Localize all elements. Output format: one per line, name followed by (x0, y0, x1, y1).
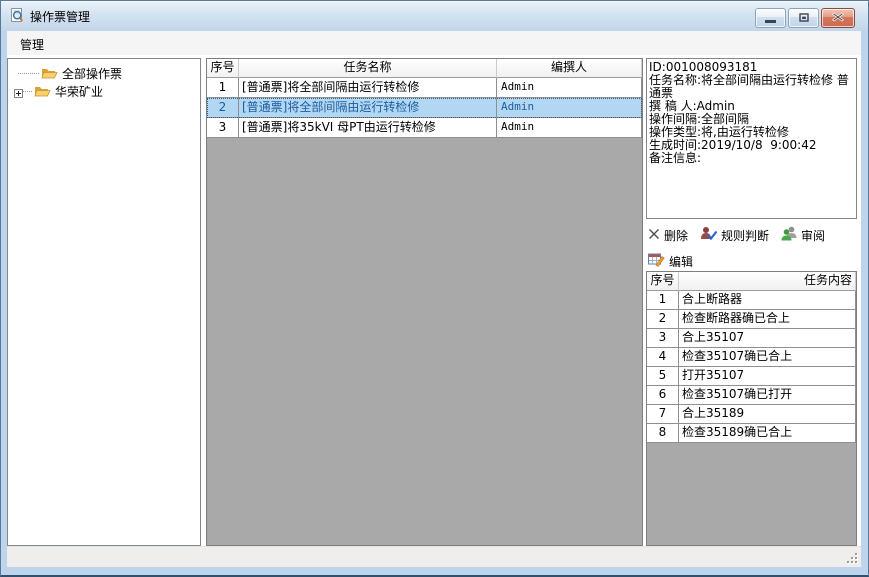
steps-table: 序号 任务内容 1 合上断路器 2 检查断路器确已合上 3 合上35107 4 (646, 271, 857, 546)
cell-step-content: 合上断路器 (679, 291, 856, 310)
cell-task-name: [普通票]将35kVⅠ 母PT由运行转检修 (239, 118, 497, 138)
cell-step-no: 6 (647, 386, 679, 405)
folder-icon (34, 85, 51, 98)
ticket-row-selected[interactable]: 2 [普通票]将全部间隔由运行转检修 Admin (207, 98, 642, 118)
ticket-table: 序号 任务名称 编撰人 1 [普通票]将全部间隔由运行转检修 Admin 2 [… (206, 58, 643, 546)
column-header-task-name[interactable]: 任务名称 (239, 59, 497, 78)
step-row[interactable]: 7 合上35189 (647, 405, 856, 424)
tree-panel: 全部操作票 华荣矿业 (7, 58, 201, 546)
tree-item-huarong[interactable]: 华荣矿业 (8, 82, 200, 100)
cell-step-content: 检查35189确已合上 (679, 424, 856, 443)
toolbar-row-2: 编辑 (648, 251, 693, 271)
cell-step-no: 1 (647, 291, 679, 310)
edit-label: 编辑 (669, 253, 693, 270)
search-document-icon (9, 7, 25, 23)
detail-panel: ID:001008093181 任务名称:将全部间隔由运行转检修 普通票 撰 稿… (646, 58, 857, 219)
column-header-editor[interactable]: 编撰人 (497, 59, 642, 78)
step-row[interactable]: 2 检查断路器确已合上 (647, 310, 856, 329)
expand-plus-icon[interactable] (14, 87, 23, 96)
cell-task-name: [普通票]将全部间隔由运行转检修 (239, 78, 497, 98)
step-row[interactable]: 4 检查35107确已合上 (647, 348, 856, 367)
edit-button[interactable]: 编辑 (648, 251, 693, 271)
tree-connector (18, 73, 39, 74)
column-header-step-no[interactable]: 序号 (647, 272, 679, 291)
tree-connector (23, 91, 32, 92)
column-header-no[interactable]: 序号 (207, 59, 239, 78)
tree-item-label: 华荣矿业 (55, 83, 103, 100)
tree-item-label: 全部操作票 (62, 65, 122, 82)
window: 操作票管理 (0, 0, 869, 577)
cell-step-no: 8 (647, 424, 679, 443)
cell-editor: Admin (497, 118, 642, 138)
window-title: 操作票管理 (30, 8, 90, 25)
client-area: 管理 全部操作票 (7, 31, 861, 567)
ticket-table-header: 序号 任务名称 编撰人 (207, 59, 642, 78)
step-row[interactable]: 6 检查35107确已打开 (647, 386, 856, 405)
cell-no: 2 (207, 98, 239, 118)
edit-table-pencil-icon (648, 252, 665, 270)
minimize-icon (765, 20, 776, 23)
cell-step-content: 打开35107 (679, 367, 856, 386)
person-check-icon (700, 226, 717, 244)
detail-task-name: 任务名称:将全部间隔由运行转检修 普通票 (649, 74, 854, 100)
minimize-button[interactable] (755, 8, 786, 28)
window-controls (755, 8, 855, 28)
status-bar (7, 546, 861, 567)
step-row[interactable]: 5 打开35107 (647, 367, 856, 386)
cell-step-no: 7 (647, 405, 679, 424)
maximize-button[interactable] (788, 8, 819, 28)
menu-bar: 管理 (7, 31, 861, 55)
two-persons-icon (781, 226, 797, 244)
cell-editor: Admin (497, 78, 642, 98)
toolbar-row-1: 删除 规则判断 (648, 225, 825, 245)
cell-step-content: 合上35189 (679, 405, 856, 424)
detail-column: ID:001008093181 任务名称:将全部间隔由运行转检修 普通票 撰 稿… (646, 58, 857, 546)
delete-button[interactable]: 删除 (648, 225, 688, 245)
step-row[interactable]: 1 合上断路器 (647, 291, 856, 310)
cell-step-no: 4 (647, 348, 679, 367)
cell-step-content: 检查断路器确已合上 (679, 310, 856, 329)
close-icon (832, 11, 844, 25)
column-header-step-content[interactable]: 任务内容 (679, 272, 856, 291)
close-button[interactable] (821, 8, 855, 28)
delete-x-icon (648, 228, 660, 243)
steps-table-header: 序号 任务内容 (647, 272, 856, 291)
step-row[interactable]: 8 检查35189确已合上 (647, 424, 856, 443)
resize-grip[interactable] (847, 553, 859, 565)
cell-step-no: 5 (647, 367, 679, 386)
delete-label: 删除 (664, 227, 688, 244)
rule-check-label: 规则判断 (721, 227, 769, 244)
tree-item-all-tickets[interactable]: 全部操作票 (8, 64, 200, 82)
cell-step-no: 3 (647, 329, 679, 348)
maximize-icon (799, 11, 809, 25)
cell-no: 1 (207, 78, 239, 98)
ticket-row[interactable]: 3 [普通票]将35kVⅠ 母PT由运行转检修 Admin (207, 118, 642, 138)
review-label: 审阅 (801, 227, 825, 244)
cell-step-content: 检查35107确已打开 (679, 386, 856, 405)
cell-step-content: 合上35107 (679, 329, 856, 348)
cell-no: 3 (207, 118, 239, 138)
rule-check-button[interactable]: 规则判断 (700, 225, 769, 245)
menu-item-manage[interactable]: 管理 (16, 35, 48, 54)
cell-task-name: [普通票]将全部间隔由运行转检修 (239, 98, 497, 118)
review-button[interactable]: 审阅 (781, 225, 825, 245)
cell-step-no: 2 (647, 310, 679, 329)
detail-remark: 备注信息: (649, 152, 854, 165)
title-bar[interactable]: 操作票管理 (1, 1, 868, 31)
cell-step-content: 检查35107确已合上 (679, 348, 856, 367)
folder-icon (41, 67, 58, 80)
ticket-row[interactable]: 1 [普通票]将全部间隔由运行转检修 Admin (207, 78, 642, 98)
step-row[interactable]: 3 合上35107 (647, 329, 856, 348)
cell-editor: Admin (497, 98, 642, 118)
